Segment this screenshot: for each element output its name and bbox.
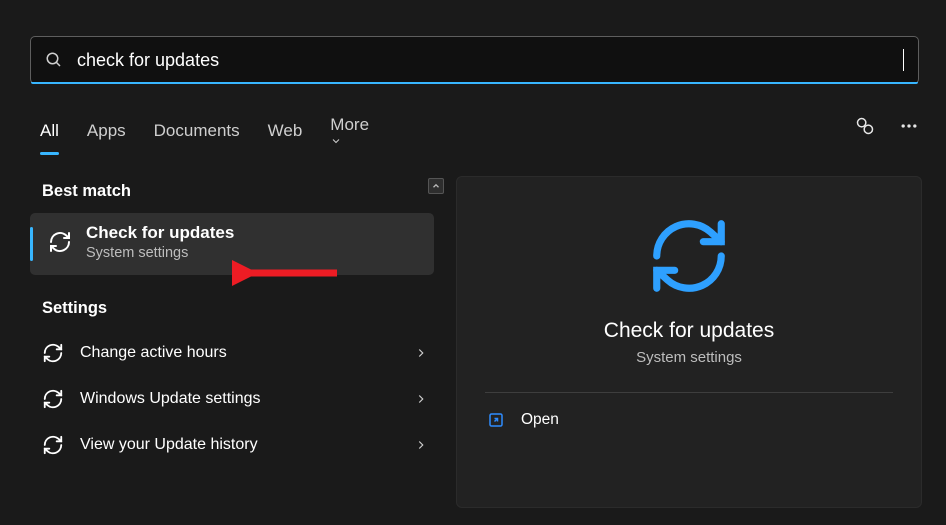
settings-item-update-history[interactable]: View your Update history	[30, 422, 434, 468]
chevron-right-icon	[414, 392, 428, 406]
open-label: Open	[521, 411, 559, 429]
tab-all[interactable]: All	[40, 121, 59, 147]
tab-label: Apps	[87, 121, 126, 140]
tab-label: All	[40, 121, 59, 140]
filter-tabs: All Apps Documents Web More	[40, 115, 373, 153]
text-caret	[903, 49, 904, 71]
settings-item-label: View your Update history	[80, 436, 258, 454]
preview-title: Check for updates	[604, 319, 774, 343]
search-focus-underline	[31, 82, 918, 84]
tab-label: More	[330, 115, 369, 134]
tab-more[interactable]: More	[330, 115, 373, 153]
tab-label: Documents	[154, 121, 240, 140]
result-subtitle: System settings	[86, 245, 234, 261]
settings-item-label: Windows Update settings	[80, 390, 261, 408]
preview-subtitle: System settings	[636, 349, 742, 366]
tab-web[interactable]: Web	[268, 121, 303, 147]
settings-item-label: Change active hours	[80, 344, 227, 362]
settings-item-active-hours[interactable]: Change active hours	[30, 330, 434, 376]
search-with-screenshot-icon[interactable]	[854, 115, 876, 137]
settings-item-update-settings[interactable]: Windows Update settings	[30, 376, 434, 422]
refresh-icon	[42, 388, 64, 410]
refresh-icon	[42, 342, 64, 364]
tab-label: Web	[268, 121, 303, 140]
refresh-icon-large	[646, 213, 732, 299]
refresh-icon	[42, 434, 64, 456]
selection-marker	[30, 227, 33, 261]
search-input[interactable]	[75, 49, 905, 72]
result-title: Check for updates	[86, 223, 234, 243]
chevron-down-icon	[330, 135, 373, 147]
header-actions	[854, 115, 920, 137]
open-action[interactable]: Open	[487, 411, 891, 429]
settings-heading: Settings	[30, 293, 434, 330]
preview-panel: Check for updates System settings Open	[456, 176, 922, 508]
results-column: Best match Check for updates System sett…	[30, 176, 434, 468]
scroll-up-button[interactable]	[428, 178, 444, 194]
tab-apps[interactable]: Apps	[87, 121, 126, 147]
chevron-right-icon	[414, 346, 428, 360]
best-match-heading: Best match	[30, 176, 434, 213]
open-icon	[487, 411, 505, 429]
more-options-icon[interactable]	[898, 115, 920, 137]
search-box[interactable]	[30, 36, 919, 84]
chevron-right-icon	[414, 438, 428, 452]
refresh-icon	[48, 230, 72, 254]
settings-results: Settings Change active hours Windows Upd	[30, 293, 434, 468]
best-match-result[interactable]: Check for updates System settings	[30, 213, 434, 275]
search-icon	[45, 51, 63, 69]
tab-documents[interactable]: Documents	[154, 121, 240, 147]
